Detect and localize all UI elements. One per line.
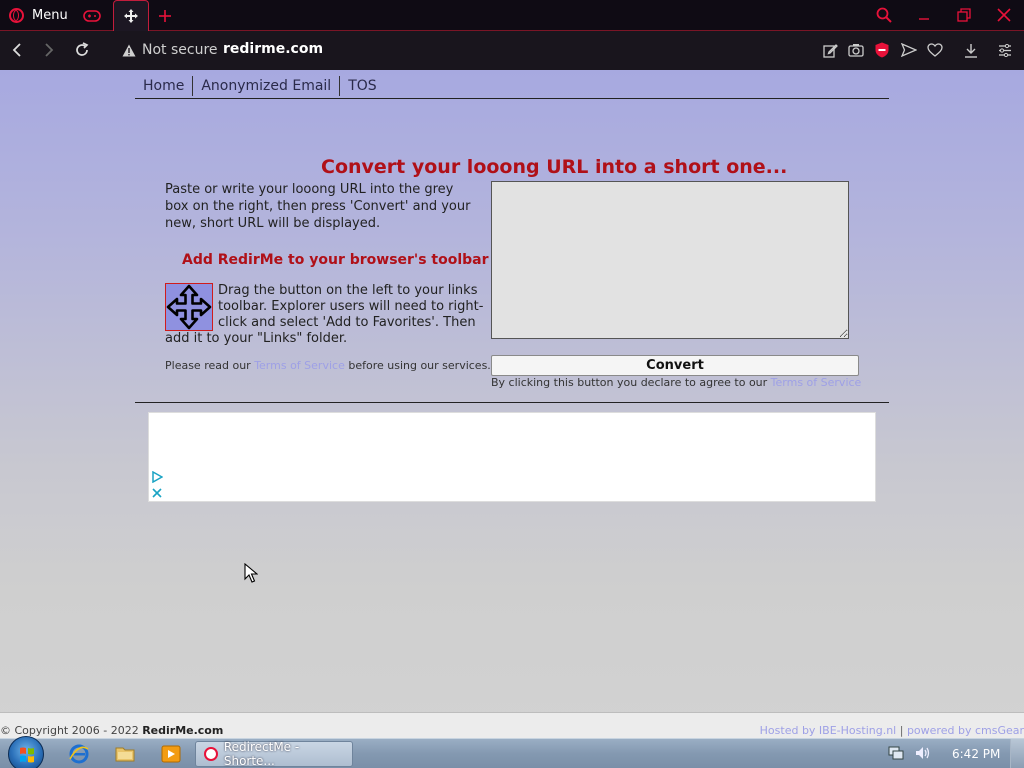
move-arrows-icon [166, 284, 212, 330]
read-terms-note: Please read our Terms of Service before … [165, 359, 491, 372]
new-tab-icon[interactable] [155, 6, 175, 26]
windows-logo-icon [20, 747, 34, 763]
powered-by-link[interactable]: powered by cmsGear [907, 724, 1024, 737]
back-icon[interactable] [7, 40, 27, 60]
close-window-icon[interactable] [993, 4, 1015, 26]
copyright-text: © Copyright 2006 - 2022 RedirMe.com [0, 724, 224, 737]
start-button[interactable] [8, 736, 44, 768]
opera-menu-button[interactable]: Menu [0, 0, 72, 31]
mouse-cursor-icon [244, 563, 258, 583]
content-divider [135, 402, 889, 403]
media-player-icon[interactable] [160, 743, 182, 765]
ad-close-icon[interactable] [151, 487, 163, 499]
page-footer: © Copyright 2006 - 2022 RedirMe.com Host… [0, 712, 1024, 738]
declaration-note: By clicking this button you declare to a… [491, 376, 862, 389]
drag-instructions: Drag the button on the left to your link… [165, 283, 485, 347]
page-viewport: Home Anonymized Email TOS Convert your l… [0, 70, 1024, 738]
search-tabs-icon[interactable] [873, 4, 895, 26]
taskbar-opera-window[interactable]: RedirectMe - Shorte... [195, 740, 353, 768]
hosted-by-link[interactable]: Hosted by IBE-Hosting.nl [760, 724, 897, 737]
hosting-credits: Hosted by IBE-Hosting.nl | powered by cm… [759, 724, 1024, 737]
nav-home-link[interactable]: Home [135, 75, 194, 96]
page-headline: Convert your looong URL into a short one… [321, 156, 788, 178]
restore-icon[interactable] [953, 4, 975, 26]
easy-setup-icon[interactable] [996, 41, 1014, 59]
site-name: RedirMe.com [142, 724, 224, 737]
browser-tab-strip: Menu [0, 0, 1024, 31]
convert-button[interactable]: Convert [491, 355, 859, 376]
edit-icon[interactable] [821, 41, 839, 59]
warning-icon [122, 44, 136, 56]
windows-taskbar: RedirectMe - Shorte... 6:42 PM [0, 736, 1024, 768]
adchoices-icon[interactable] [151, 471, 163, 483]
site-nav: Home Anonymized Email TOS [135, 73, 889, 99]
file-explorer-icon[interactable] [114, 743, 136, 765]
show-desktop-button[interactable] [1010, 739, 1024, 768]
system-tray [888, 745, 930, 761]
security-text: Not secure [142, 42, 218, 58]
terms-of-service-link[interactable]: Terms of Service [254, 359, 345, 372]
long-url-input[interactable] [491, 181, 849, 339]
taskbar-clock[interactable]: 6:42 PM [952, 747, 1000, 761]
minimize-icon[interactable] [913, 4, 935, 26]
toolbar-heading: Add RedirMe to your browser's toolbar [182, 252, 489, 268]
heart-icon[interactable] [926, 41, 944, 59]
opera-logo-icon [9, 8, 24, 23]
browser-address-bar: Not secure redirme.com [0, 31, 1024, 70]
declaration-terms-link[interactable]: Terms of Service [771, 376, 862, 389]
security-indicator[interactable]: Not secure [122, 42, 218, 58]
download-icon[interactable] [962, 41, 980, 59]
gamepad-icon[interactable] [82, 6, 102, 26]
intro-text: Paste or write your looong URL into the … [165, 182, 471, 231]
menu-label: Menu [32, 8, 68, 23]
nav-anonymized-email-link[interactable]: Anonymized Email [193, 75, 341, 96]
url-field[interactable]: redirme.com [223, 41, 323, 57]
send-icon[interactable] [900, 41, 918, 59]
camera-icon[interactable] [847, 41, 865, 59]
reload-icon[interactable] [72, 40, 92, 60]
advertisement-frame[interactable] [148, 412, 876, 502]
tab-redirme[interactable] [113, 0, 149, 31]
internet-explorer-icon[interactable] [68, 743, 90, 765]
network-icon[interactable] [888, 745, 904, 761]
forward-icon[interactable] [39, 40, 59, 60]
volume-icon[interactable] [914, 745, 930, 761]
move-arrows-icon [124, 9, 138, 23]
opera-logo-icon [204, 747, 218, 761]
nav-tos-link[interactable]: TOS [340, 76, 384, 96]
bookmarklet-drag-button[interactable] [165, 283, 213, 331]
adblock-shield-icon[interactable] [873, 41, 891, 59]
taskbar-window-title: RedirectMe - Shorte... [223, 740, 300, 768]
